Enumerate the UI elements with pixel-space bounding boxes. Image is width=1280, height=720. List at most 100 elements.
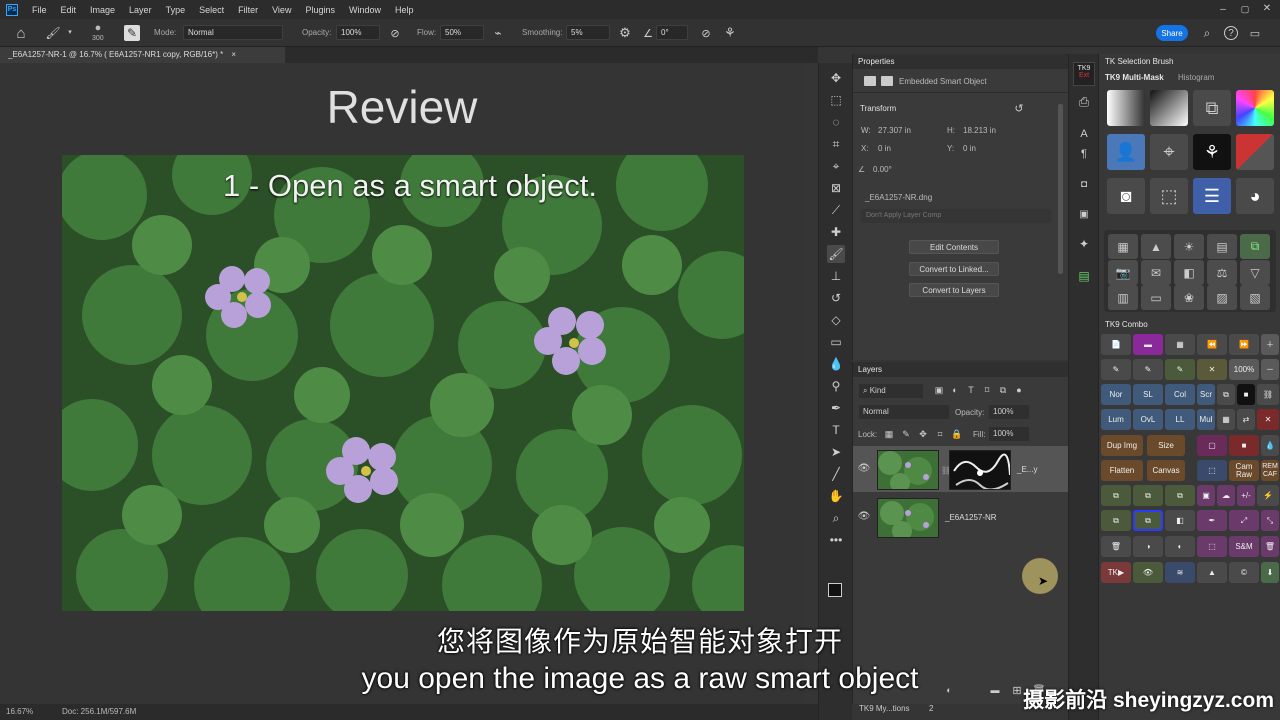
- combo-stack-button[interactable]: ⧉: [1101, 510, 1131, 531]
- adj-levels-button[interactable]: ▲: [1141, 234, 1171, 259]
- home-icon[interactable]: ⌂: [12, 24, 30, 42]
- layer-name[interactable]: _E6A1257-NR: [945, 513, 997, 522]
- combo-layer-smart-button[interactable]: ⧉: [1165, 485, 1195, 506]
- combo-new-doc-button[interactable]: 📄: [1101, 334, 1131, 355]
- menu-file[interactable]: File: [32, 5, 47, 15]
- print-icon[interactable]: ⎙: [1076, 94, 1092, 110]
- character-icon[interactable]: A: [1076, 126, 1092, 142]
- combo-ovl-button[interactable]: OvL: [1133, 409, 1163, 430]
- menu-window[interactable]: Window: [349, 5, 381, 15]
- layer-thumbnail[interactable]: [877, 450, 939, 490]
- combo-calc-button[interactable]: ▦: [1217, 409, 1235, 430]
- combo-mul-button[interactable]: Mul: [1197, 409, 1215, 430]
- lasso-tool-icon[interactable]: ◌: [827, 113, 845, 131]
- adj-layers-button[interactable]: ⧉: [1240, 234, 1270, 259]
- convert-to-linked-button[interactable]: Convert to Linked...: [909, 262, 999, 276]
- properties-scrollbar[interactable]: [1058, 104, 1063, 274]
- lock-artboard-icon[interactable]: ⌗: [934, 428, 946, 440]
- combo-color-bars-button[interactable]: ▦: [1165, 334, 1195, 355]
- mode-select[interactable]: Normal: [183, 25, 283, 40]
- combo-ll-button[interactable]: LL: [1165, 409, 1195, 430]
- combo-plusminus-button[interactable]: +/-: [1237, 485, 1255, 506]
- multimask-color-button[interactable]: [1236, 90, 1274, 126]
- multimask-brush-button[interactable]: [1150, 90, 1188, 126]
- combo-download-button[interactable]: ⬇: [1261, 562, 1279, 583]
- layer-row[interactable]: 👁 _E6A1257-NR: [853, 494, 1069, 540]
- flow-input[interactable]: 50%: [440, 25, 484, 40]
- multimask-target-button[interactable]: ⌖: [1150, 134, 1188, 170]
- combo-shrink-button[interactable]: ⤡: [1261, 510, 1279, 531]
- menu-help[interactable]: Help: [395, 5, 414, 15]
- combo-sl-button[interactable]: SL: [1133, 384, 1163, 405]
- combo-delete-button[interactable]: 🗑: [1261, 536, 1279, 557]
- combo-camraw-button[interactable]: Cam Raw: [1229, 460, 1259, 481]
- multimask-layers-button[interactable]: ⧉: [1193, 90, 1231, 126]
- combo-arrows-button[interactable]: ⤢: [1229, 510, 1259, 531]
- document-tab[interactable]: _E6A1257-NR-1 @ 16.7% ( E6A1257-NR1 copy…: [0, 47, 285, 63]
- combo-drop-button[interactable]: 💧: [1261, 435, 1279, 456]
- layer-thumbnail[interactable]: [877, 498, 939, 538]
- combo-black-button[interactable]: ■: [1237, 384, 1255, 405]
- multimask-mask-button[interactable]: ◙: [1107, 178, 1145, 214]
- symmetry-butterfly-icon[interactable]: ⚘: [722, 25, 738, 41]
- zoom-level[interactable]: 16.67%: [6, 707, 33, 716]
- combo-selected-button[interactable]: ⧉: [1133, 510, 1163, 531]
- combo-remcaf-button[interactable]: REM CAF: [1261, 460, 1279, 481]
- combo-pink-button[interactable]: ▢: [1197, 435, 1227, 456]
- combo-dup-img-button[interactable]: Dup Img: [1101, 435, 1143, 456]
- pen-tool-icon[interactable]: ✒: [827, 399, 845, 417]
- pressure-size-icon[interactable]: ⊘: [698, 25, 714, 41]
- lock-transparency-icon[interactable]: ▦: [883, 428, 895, 440]
- eyedropper-icon[interactable]: ⟋: [827, 201, 845, 219]
- clone-stamp-icon[interactable]: ⊥: [827, 267, 845, 285]
- angle-value[interactable]: 0.00°: [873, 165, 892, 174]
- brush-tool-icon[interactable]: 🖌: [827, 245, 845, 263]
- healing-brush-icon[interactable]: ✚: [827, 223, 845, 241]
- adj-photo-button[interactable]: ▧: [1240, 285, 1270, 310]
- multimask-split-button[interactable]: [1236, 134, 1274, 170]
- combo-nor-button[interactable]: Nor: [1101, 384, 1131, 405]
- tk9-badge[interactable]: TK9 Ext: [1073, 62, 1095, 86]
- combo-triangle-button[interactable]: ▲: [1197, 562, 1227, 583]
- lock-position-icon[interactable]: ✥: [917, 428, 929, 440]
- adj-rgb-button[interactable]: ❀: [1174, 285, 1204, 310]
- multimask-flower-button[interactable]: ⚘: [1193, 134, 1231, 170]
- layer-name[interactable]: _E...y: [1017, 465, 1037, 474]
- adj-image-button[interactable]: ▨: [1207, 285, 1237, 310]
- crop-tool-icon[interactable]: ⌖: [827, 157, 845, 175]
- foreground-color-icon[interactable]: [828, 583, 842, 597]
- search-icon[interactable]: ⌕: [1200, 26, 1214, 40]
- combo-copyright-button[interactable]: ©: [1229, 562, 1259, 583]
- combo-tk-play-button[interactable]: TK ▶: [1101, 562, 1131, 583]
- minimize-icon[interactable]: –: [1218, 4, 1228, 15]
- combo-brush-black-button[interactable]: ✎: [1101, 359, 1131, 380]
- filter-pixel-icon[interactable]: ▣: [933, 384, 945, 396]
- combo-blend-left-button[interactable]: ◑: [1133, 536, 1163, 557]
- tk-selection-brush-tab[interactable]: TK Selection Brush: [1105, 57, 1173, 66]
- menu-layer[interactable]: Layer: [129, 5, 152, 15]
- angle-input[interactable]: 0°: [656, 25, 688, 40]
- adj-curves-button[interactable]: ▦: [1108, 234, 1138, 259]
- combo-dotted-button[interactable]: ⬚: [1197, 460, 1227, 481]
- layer-comp-select[interactable]: Don't Apply Layer Comp: [861, 209, 1051, 223]
- type-tool-icon[interactable]: T: [827, 421, 845, 439]
- combo-brush-green-button[interactable]: ✎: [1165, 359, 1195, 380]
- multimask-person-button[interactable]: 👤: [1107, 134, 1145, 170]
- eye-icon[interactable]: 👁: [858, 510, 871, 522]
- history-brush-icon[interactable]: ↺: [827, 289, 845, 307]
- combo-minus-button[interactable]: －: [1261, 359, 1279, 380]
- reset-transform-icon[interactable]: ↺: [1013, 102, 1025, 115]
- height-value[interactable]: 18.213 in: [963, 126, 996, 135]
- object-selection-icon[interactable]: ⌗: [827, 135, 845, 153]
- brush-preset-icon[interactable]: ●: [90, 21, 106, 35]
- menu-type[interactable]: Type: [166, 5, 186, 15]
- gear-icon[interactable]: ⚙: [617, 25, 633, 41]
- adj-brightness-button[interactable]: ☀: [1174, 234, 1204, 259]
- kind-filter[interactable]: ⌕ Kind: [859, 384, 923, 398]
- combo-rewind-button[interactable]: ⏪: [1197, 334, 1227, 355]
- convert-to-layers-button[interactable]: Convert to Layers: [909, 283, 999, 297]
- color-swatches-icon[interactable]: ▤: [1076, 268, 1092, 284]
- combo-link-button[interactable]: ⛓: [1257, 384, 1279, 405]
- blur-tool-icon[interactable]: 💧: [827, 355, 845, 373]
- combo-trash-button[interactable]: 🗑: [1101, 536, 1131, 557]
